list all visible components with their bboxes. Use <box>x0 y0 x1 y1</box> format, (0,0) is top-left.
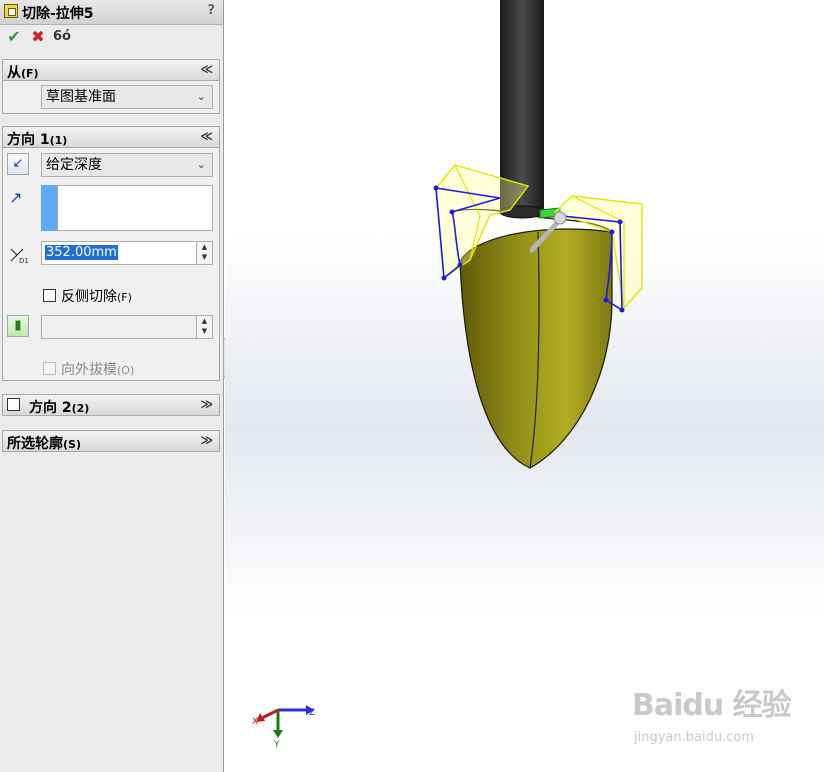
depth-input[interactable]: 352.00mm ▲ ▼ <box>41 241 213 265</box>
coordinate-triad <box>256 705 314 738</box>
draft-angle-input[interactable]: ▲ ▼ <box>41 315 213 339</box>
flip-side-cut-checkbox[interactable] <box>43 289 56 302</box>
contours-group-hotkey: (S) <box>63 438 81 451</box>
direction2-checkbox[interactable] <box>7 398 20 411</box>
panel-titlebar: 切除-拉伸5 ? <box>0 0 223 25</box>
triad-y-label: Y <box>273 740 280 750</box>
direction-reference-list[interactable] <box>57 185 213 231</box>
ok-button[interactable]: ✔ <box>4 27 24 47</box>
direction1-group-body: ↙ 给定深度 ⌄ ↗ D1 352.00mm ▲ ▼ 反侧切除(F) ▮ ▲ ▼ 向… <box>2 148 220 381</box>
from-group-hotkey: (F) <box>21 67 39 80</box>
collapse-chevron-icon[interactable]: ≪ <box>200 129 213 143</box>
draft-outward-checkbox[interactable] <box>43 362 56 375</box>
draft-outward-hotkey: (O) <box>117 364 135 377</box>
direction-vector-icon: ↗ <box>9 188 23 207</box>
watermark-url: jingyan.baidu.com <box>634 730 754 745</box>
triad-z-label: Z <box>309 708 315 718</box>
depth-icon-label: D1 <box>19 257 29 265</box>
flip-side-cut-hotkey: (F) <box>117 291 132 304</box>
depth-dimension-icon: D1 <box>7 243 35 265</box>
cut-extrude-icon <box>4 4 18 18</box>
detailed-preview-button[interactable]: 6ó <box>52 27 72 47</box>
watermark-logo: Baidu 经验 <box>632 688 792 723</box>
end-condition-value: 给定深度 <box>46 157 102 173</box>
help-button[interactable]: ? <box>207 3 215 18</box>
start-condition-value: 草图基准面 <box>46 89 116 105</box>
direction1-group-header[interactable]: 方向 1(1) ≪ <box>2 126 220 148</box>
direction2-group-hotkey: (2) <box>71 402 90 415</box>
property-manager-panel: 切除-拉伸5 ? ✔ ✖ 6ó 从(F) ≪ 草图基准面 ⌄ 方向 1(1) ≪… <box>0 0 224 772</box>
start-condition-select[interactable]: 草图基准面 ⌄ <box>41 85 213 109</box>
contours-group-header[interactable]: 所选轮廓(S) ≫ <box>2 430 220 452</box>
collapse-chevron-icon[interactable]: ≪ <box>200 62 213 76</box>
chevron-down-icon: ⌄ <box>196 90 206 103</box>
direction-selection-marker <box>41 185 57 231</box>
depth-value: 352.00mm <box>45 245 118 260</box>
depth-spinner[interactable]: ▲ ▼ <box>196 242 212 264</box>
direction2-group-title: 方向 2 <box>29 400 72 416</box>
direction1-group-hotkey: (1) <box>49 134 68 147</box>
expand-chevron-icon[interactable]: ≫ <box>200 397 213 411</box>
from-group-header[interactable]: 从(F) ≪ <box>2 59 220 81</box>
end-condition-select[interactable]: 给定深度 ⌄ <box>41 153 213 177</box>
direction2-group-header[interactable]: 方向 2(2) ≫ <box>2 394 220 416</box>
graphics-viewport[interactable]: Z Y X <box>225 0 824 772</box>
baidu-watermark: Baidu 经验 jingyan.baidu.com <box>632 680 812 750</box>
draft-onoff-icon[interactable]: ▮ <box>7 315 29 337</box>
flip-side-cut-label: 反侧切除 <box>61 289 117 305</box>
shovel-blade[interactable] <box>459 228 613 469</box>
from-group-body: 草图基准面 ⌄ <box>2 81 220 114</box>
model-view[interactable]: Z Y X <box>225 0 824 772</box>
expand-chevron-icon[interactable]: ≫ <box>200 433 213 447</box>
draft-spinner[interactable]: ▲ ▼ <box>196 316 212 338</box>
chevron-down-icon: ⌄ <box>196 158 206 171</box>
reverse-direction-icon[interactable]: ↙ <box>7 153 29 175</box>
cancel-button[interactable]: ✖ <box>28 27 48 47</box>
triad-x-label: X <box>252 717 258 727</box>
contours-group-title: 所选轮廓 <box>7 436 63 452</box>
direction1-group-title: 方向 1 <box>7 132 50 148</box>
from-group-title: 从 <box>7 65 21 81</box>
draft-outward-label: 向外拔模 <box>61 362 117 378</box>
panel-title: 切除-拉伸5 <box>22 6 94 22</box>
